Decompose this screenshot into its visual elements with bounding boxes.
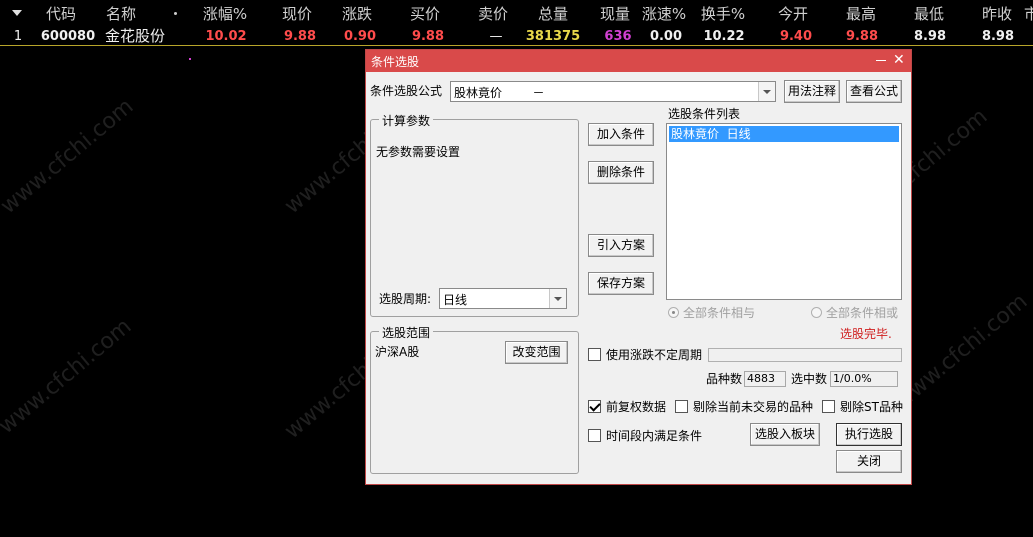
use-period-checkbox[interactable]: [588, 348, 601, 361]
view-formula-button[interactable]: 查看公式: [846, 80, 902, 103]
condition-list[interactable]: 股林竟价 日线: [666, 123, 902, 300]
col-more[interactable]: 市: [1024, 4, 1033, 24]
marker-icon: [189, 58, 191, 60]
radio-or-label: 全部条件相或: [826, 306, 899, 320]
period-label: 选股周期:: [379, 292, 432, 306]
col-change[interactable]: 涨跌: [336, 4, 378, 24]
col-bid[interactable]: 买价: [404, 4, 446, 24]
usage-button[interactable]: 用法注释: [784, 80, 840, 103]
change-scope-button[interactable]: 改变范围: [505, 341, 568, 364]
save-plan-button[interactable]: 保存方案: [588, 272, 654, 295]
quote-header: 代码 名称 涨幅% 现价 涨跌 买价 卖价 总量 现量 涨速% 换手% 今开 最…: [0, 0, 1033, 27]
radio-and[interactable]: [668, 307, 679, 318]
chevron-down-icon[interactable]: [549, 289, 566, 308]
col-code[interactable]: 代码: [40, 4, 82, 24]
dot-icon: [174, 12, 177, 15]
col-high[interactable]: 最高: [840, 4, 882, 24]
exclude-untraded-checkbox[interactable]: [675, 400, 688, 413]
use-period-label: 使用涨跌不定周期: [606, 348, 703, 362]
col-change-pct[interactable]: 涨幅%: [198, 4, 252, 24]
add-condition-button[interactable]: 加入条件: [588, 123, 654, 146]
cell-change-pct: 10.02: [205, 29, 247, 44]
col-low[interactable]: 最低: [908, 4, 950, 24]
col-open[interactable]: 今开: [772, 4, 814, 24]
cell-change: 0.90: [343, 29, 377, 44]
cell-price: 9.88: [283, 29, 317, 44]
selected-field: 1/0.0%: [830, 371, 898, 387]
status-text: 选股完毕.: [840, 327, 892, 341]
count-label: 品种数: [706, 372, 743, 386]
col-speed[interactable]: 涨速%: [636, 4, 692, 24]
delete-condition-button[interactable]: 删除条件: [588, 161, 654, 184]
formula-value: 股林竟价 －: [454, 86, 545, 100]
scope-group-title: 选股范围: [379, 324, 434, 341]
col-prev-close[interactable]: 昨收: [976, 4, 1018, 24]
cell-volume: 381375: [525, 29, 581, 44]
sort-arrow-icon[interactable]: [12, 10, 22, 16]
row-index: 1: [13, 29, 23, 44]
col-cur-volume[interactable]: 现量: [594, 4, 636, 24]
radio-or[interactable]: [811, 307, 822, 318]
watermark: www.cfchi.com: [0, 93, 139, 220]
params-group: 计算参数 无参数需要设置 选股周期: 日线: [370, 112, 579, 317]
scope-group: 选股范围 沪深A股 改变范围: [370, 324, 579, 474]
adjust-checkbox[interactable]: [588, 400, 601, 413]
cell-ask: —: [489, 29, 503, 44]
cell-prev-close: 8.98: [981, 29, 1015, 44]
adjust-label: 前复权数据: [606, 400, 667, 414]
exclude-untraded-label: 剔除当前未交易的品种: [693, 400, 814, 414]
cell-speed: 0.00: [649, 29, 683, 44]
stock-filter-dialog: 条件选股 ✕ 条件选股公式 股林竟价 － 用法注释 查看公式 计算参数 无参数需…: [365, 49, 912, 485]
cell-turnover: 10.22: [703, 29, 745, 44]
time-period-checkbox[interactable]: [588, 429, 601, 442]
table-row[interactable]: 1 600080 金花股份 10.02 9.88 0.90 9.88 — 381…: [0, 27, 1033, 72]
col-turnover[interactable]: 换手%: [696, 4, 750, 24]
cell-name: 金花股份: [104, 27, 165, 45]
close-icon[interactable]: ✕: [893, 52, 905, 68]
add-to-block-button[interactable]: 选股入板块: [750, 423, 820, 446]
list-item[interactable]: 股林竟价 日线: [669, 126, 899, 142]
minimize-icon[interactable]: [876, 60, 886, 61]
col-ask[interactable]: 卖价: [472, 4, 514, 24]
close-button[interactable]: 关闭: [836, 450, 902, 473]
exclude-st-label: 剔除ST品种: [840, 400, 903, 414]
scope-value: 沪深A股: [375, 345, 420, 359]
exclude-st-checkbox[interactable]: [822, 400, 835, 413]
cell-open: 9.40: [779, 29, 813, 44]
col-price[interactable]: 现价: [276, 4, 318, 24]
chevron-down-icon[interactable]: [758, 82, 775, 101]
formula-label: 条件选股公式: [370, 84, 443, 98]
dialog-titlebar[interactable]: 条件选股 ✕: [366, 50, 911, 72]
progress-bar: [708, 348, 902, 362]
cell-bid: 9.88: [411, 29, 445, 44]
period-value: 日线: [443, 293, 468, 307]
dialog-title: 条件选股: [371, 55, 420, 69]
col-volume[interactable]: 总量: [532, 4, 574, 24]
condition-list-label: 选股条件列表: [668, 107, 741, 121]
watermark: www.cfchi.com: [0, 313, 137, 440]
period-select[interactable]: 日线: [439, 288, 567, 309]
params-group-title: 计算参数: [379, 112, 434, 129]
cell-high: 9.88: [845, 29, 879, 44]
cell-code: 600080: [40, 29, 96, 44]
time-period-label: 时间段内满足条件: [606, 429, 703, 443]
count-field: 4883: [744, 371, 786, 387]
col-name[interactable]: 名称: [100, 4, 142, 24]
no-params-text: 无参数需要设置: [376, 145, 461, 159]
import-plan-button[interactable]: 引入方案: [588, 234, 654, 257]
selected-label: 选中数: [791, 372, 828, 386]
radio-and-label: 全部条件相与: [683, 306, 756, 320]
cell-low: 8.98: [913, 29, 947, 44]
formula-select[interactable]: 股林竟价 －: [450, 81, 776, 102]
run-filter-button[interactable]: 执行选股: [836, 423, 902, 446]
